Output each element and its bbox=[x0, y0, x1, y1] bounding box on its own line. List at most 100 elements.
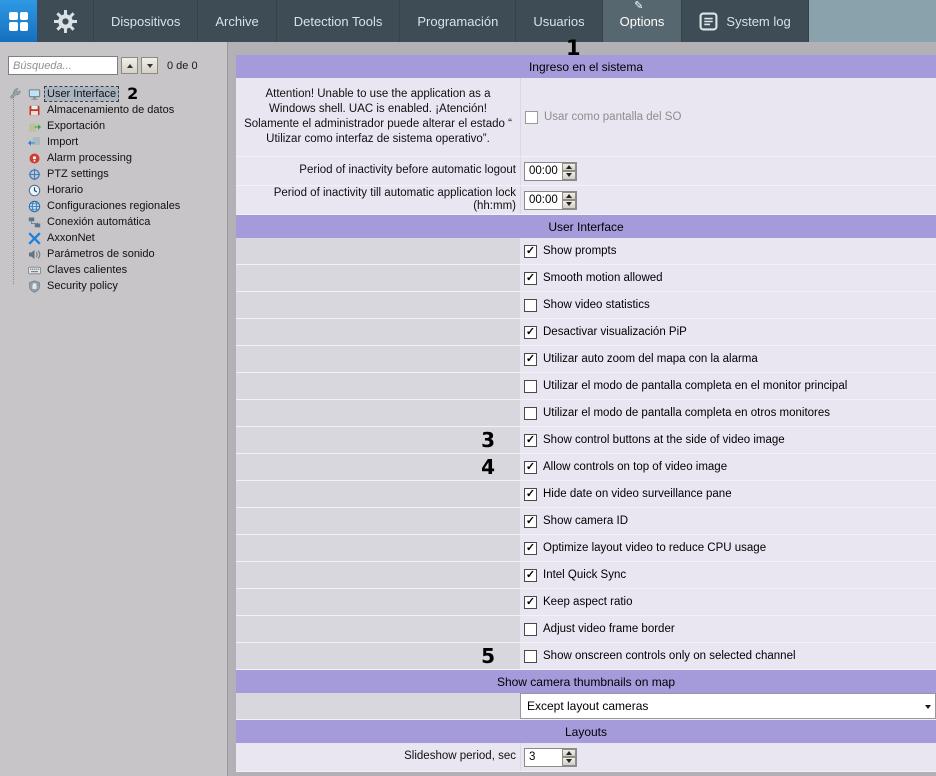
checkbox-desactivar-visualizacion-pip[interactable]: ✓Desactivar visualización PiP bbox=[524, 326, 687, 339]
spin-up-button[interactable] bbox=[562, 749, 576, 758]
search-next-button[interactable] bbox=[141, 57, 158, 74]
sidebar-item-user-interface[interactable]: User Interface2 bbox=[7, 86, 227, 102]
checkbox-box[interactable] bbox=[524, 299, 537, 312]
spin-buttons bbox=[562, 163, 576, 180]
sidebar-item-label: Security policy bbox=[45, 279, 120, 293]
checkbox-box[interactable] bbox=[524, 650, 537, 663]
setting-control-cell: ✓ Utilizar auto zoom del mapa con la alar… bbox=[520, 346, 936, 372]
sidebar-item-label: Conexión automática bbox=[45, 215, 152, 229]
sidebar-item-axxonnet[interactable]: AxxonNet bbox=[7, 230, 227, 246]
spin-down-button[interactable] bbox=[562, 757, 576, 766]
checkbox-box[interactable]: ✓ bbox=[524, 245, 537, 258]
sidebar-item-label: AxxonNet bbox=[45, 231, 97, 245]
section-header-show-camera-thumbnails-on-map: Show camera thumbnails on map bbox=[236, 670, 936, 693]
setting-row-show-control-buttons-at-the-side-of-video-image: 3✓Show control buttons at the side of vi… bbox=[236, 427, 936, 454]
sidebar-item-almacenamiento-de-datos[interactable]: Almacenamiento de datos bbox=[7, 102, 227, 118]
checkbox-usar-como-pantalla-del-so[interactable]: Usar como pantalla del SO bbox=[525, 111, 681, 124]
checkbox-box[interactable]: ✓ bbox=[524, 515, 537, 528]
sidebar-item-conexion-automatica[interactable]: Conexión automática bbox=[7, 214, 227, 230]
checkbox-optimize-layout-video-to-reduce-cpu-usage[interactable]: ✓Optimize layout video to reduce CPU usa… bbox=[524, 542, 766, 555]
search-previous-button[interactable] bbox=[121, 57, 138, 74]
spin-up-button[interactable] bbox=[562, 163, 576, 172]
checkbox-box[interactable]: ✓ bbox=[524, 434, 537, 447]
spin-value[interactable]: 00:00 bbox=[525, 163, 562, 180]
checkbox-box[interactable]: ✓ bbox=[524, 461, 537, 474]
sidebar-item-ptz-settings[interactable]: PTZ settings bbox=[7, 166, 227, 182]
spinbox-slideshow-period-sec[interactable]: 3 bbox=[524, 748, 577, 767]
tab-label: Archive bbox=[215, 14, 258, 29]
spin-value[interactable]: 3 bbox=[525, 749, 562, 766]
spin-value[interactable]: 00:00 bbox=[525, 192, 562, 209]
search-input[interactable] bbox=[8, 56, 118, 75]
settings-gear-icon[interactable] bbox=[37, 0, 94, 42]
checkbox-adjust-video-frame-border[interactable]: Adjust video frame border bbox=[524, 623, 675, 636]
checkbox-box[interactable]: ✓ bbox=[524, 272, 537, 285]
checkbox-box[interactable]: ✓ bbox=[524, 353, 537, 366]
checkbox-box[interactable] bbox=[524, 407, 537, 420]
settings-sidebar: 0 de 0 User Interface2Almacenamiento de … bbox=[0, 42, 228, 776]
checkbox-box[interactable]: ✓ bbox=[524, 488, 537, 501]
tab-usuarios[interactable]: Usuarios bbox=[516, 0, 602, 42]
checkbox-utilizar-el-modo-de-pantalla-completa-en-otros-monitores[interactable]: Utilizar el modo de pantalla completa en… bbox=[524, 407, 830, 420]
setting-row-utilizar-auto-zoom-del-mapa-con-la-alarma: ✓ Utilizar auto zoom del mapa con la alar… bbox=[236, 346, 936, 373]
checkbox-show-prompts[interactable]: ✓Show prompts bbox=[524, 245, 617, 258]
sidebar-item-configuraciones-regionales[interactable]: Configuraciones regionales bbox=[7, 198, 227, 214]
row-spacer bbox=[236, 481, 520, 507]
checkbox-box[interactable]: ✓ bbox=[524, 542, 537, 555]
checkbox-show-control-buttons-at-the-side-of-video-image[interactable]: ✓Show control buttons at the side of vid… bbox=[524, 434, 785, 447]
checkbox-box[interactable]: ✓ bbox=[524, 326, 537, 339]
checkbox-show-video-statistics[interactable]: Show video statistics bbox=[524, 299, 650, 312]
checkbox-label: Utilizar auto zoom del mapa con la alarm… bbox=[543, 353, 758, 365]
annotation-2: 2 bbox=[127, 86, 138, 102]
checkbox-box[interactable]: ✓ bbox=[524, 596, 537, 609]
sidebar-item-exportacion[interactable]: Exportación bbox=[7, 118, 227, 134]
checkbox-utilizar-el-modo-de-pantalla-completa-en-el-monitor-principal[interactable]: Utilizar el modo de pantalla completa en… bbox=[524, 380, 847, 393]
checkbox-box[interactable] bbox=[524, 623, 537, 636]
checkbox-label: Show camera ID bbox=[543, 515, 628, 527]
sidebar-item-label: Almacenamiento de datos bbox=[45, 103, 176, 117]
setting-row-adjust-video-frame-border: Adjust video frame border bbox=[236, 616, 936, 643]
checkbox-box[interactable] bbox=[524, 380, 537, 393]
sidebar-item-import[interactable]: Import bbox=[7, 134, 227, 150]
checkbox-hide-date-on-video-surveillance-pane[interactable]: ✓Hide date on video surveillance pane bbox=[524, 488, 732, 501]
spinbox-period-of-inactivity-before-automatic-logout[interactable]: 00:00 bbox=[524, 162, 577, 181]
checkbox-show-camera-id[interactable]: ✓ Show camera ID bbox=[524, 515, 628, 528]
checkbox-show-onscreen-controls-only-on-selected-channel[interactable]: Show onscreen controls only on selected … bbox=[524, 650, 796, 663]
row-spacer bbox=[236, 562, 520, 588]
spin-up-button[interactable] bbox=[562, 192, 576, 201]
sidebar-item-horario[interactable]: Horario bbox=[7, 182, 227, 198]
tab-dispositivos[interactable]: Dispositivos bbox=[94, 0, 198, 42]
sidebar-item-security-policy[interactable]: Security policy bbox=[7, 278, 227, 294]
tab-system-log[interactable]: System log bbox=[682, 0, 808, 42]
apps-grid-button[interactable] bbox=[0, 0, 37, 42]
checkbox-box[interactable] bbox=[525, 111, 538, 124]
checkbox-smooth-motion-allowed[interactable]: ✓Smooth motion allowed bbox=[524, 272, 663, 285]
row-spacer bbox=[236, 616, 520, 642]
setting-control-cell: Show onscreen controls only on selected … bbox=[520, 643, 936, 669]
tab-label: Options bbox=[620, 14, 665, 29]
row-spacer bbox=[236, 346, 520, 372]
spin-down-button[interactable] bbox=[562, 171, 576, 180]
checkbox-utilizar-auto-zoom-del-mapa-con-la-alarma[interactable]: ✓ Utilizar auto zoom del mapa con la alar… bbox=[524, 353, 758, 366]
row-spacer bbox=[236, 238, 520, 264]
sidebar-item-alarm-processing[interactable]: Alarm processing bbox=[7, 150, 227, 166]
tab-programacion[interactable]: Programación bbox=[400, 0, 516, 42]
checkbox-keep-aspect-ratio[interactable]: ✓Keep aspect ratio bbox=[524, 596, 633, 609]
checkbox-intel-quick-sync[interactable]: ✓Intel Quick Sync bbox=[524, 569, 626, 582]
dropdown-value: Except layout cameras bbox=[521, 699, 920, 713]
checkbox-box[interactable]: ✓ bbox=[524, 569, 537, 582]
tab-archive[interactable]: Archive bbox=[198, 0, 276, 42]
row-spacer bbox=[236, 319, 520, 345]
row-spacer bbox=[236, 535, 520, 561]
sidebar-item-parametros-de-sonido[interactable]: Parámetros de sonido bbox=[7, 246, 227, 262]
tab-options[interactable]: ✎Options bbox=[603, 0, 683, 42]
attention-control-cell: Usar como pantalla del SO bbox=[520, 78, 936, 156]
spin-down-button[interactable] bbox=[562, 200, 576, 209]
checkbox-allow-controls-on-top-of-video-image[interactable]: ✓Allow controls on top of video image bbox=[524, 461, 727, 474]
tab-detection-tools[interactable]: Detection Tools bbox=[277, 0, 401, 42]
settings-panel: Ingreso en el sistemaAttention! Unable t… bbox=[236, 55, 936, 772]
sidebar-item-claves-calientes[interactable]: Claves calientes bbox=[7, 262, 227, 278]
dropdown-except-layout-cameras[interactable]: Except layout cameras bbox=[520, 693, 936, 719]
chevron-down-icon[interactable] bbox=[920, 694, 935, 718]
spinbox-period-of-inactivity-till-automatic-application-lock-hh-mm[interactable]: 00:00 bbox=[524, 191, 577, 210]
